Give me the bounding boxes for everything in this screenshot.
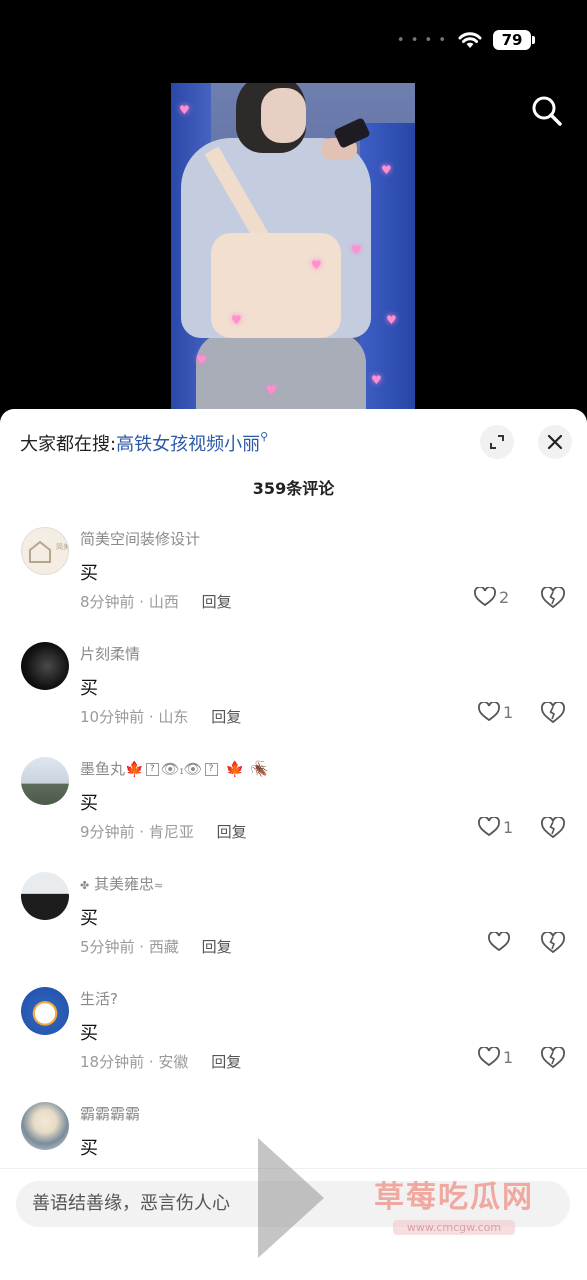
bug-icon: 🪳 xyxy=(250,760,269,778)
close-button[interactable] xyxy=(538,425,572,459)
watermark-url: www.cmcgw.com xyxy=(392,1220,516,1235)
maple-leaf-icon: 🍁 xyxy=(125,760,144,778)
comment-time-location: 10分钟前 · 山东 xyxy=(80,708,189,726)
eye-icon: 👁 xyxy=(160,760,180,778)
comment-text: 买 xyxy=(80,793,98,814)
like-count: 1 xyxy=(503,817,514,837)
like-count: 1 xyxy=(503,702,514,722)
comments-count: 359条评论 xyxy=(252,479,335,498)
comment-meta: 18分钟前 · 安徽 回复 xyxy=(80,1051,241,1072)
maple-leaf-icon: 🍁 xyxy=(225,760,245,778)
comment-text: 买 xyxy=(80,563,98,584)
like-button[interactable]: 1 xyxy=(478,1047,513,1067)
flower-icon: ✤ xyxy=(80,879,90,892)
comment-time-location: 9分钟前 · 肯尼亚 xyxy=(80,823,194,841)
comment-item: 片刻柔情 买 10分钟前 · 山东 回复 1 xyxy=(0,642,587,757)
broken-heart-icon xyxy=(541,816,565,839)
comment-time-location: 18分钟前 · 安徽 xyxy=(80,1053,189,1071)
eye-icon: 👁 xyxy=(183,760,203,778)
avatar[interactable] xyxy=(21,757,69,805)
comment-text: 买 xyxy=(80,1138,98,1159)
like-button[interactable]: 2 xyxy=(474,587,509,607)
comment-text: 买 xyxy=(80,908,98,929)
comment-author[interactable]: 片刻柔情 xyxy=(80,643,140,664)
avatar[interactable] xyxy=(21,1102,69,1150)
like-count: 1 xyxy=(503,1047,514,1067)
search-small-icon: ⚲ xyxy=(260,430,269,443)
comment-meta: 9分钟前 · 肯尼亚 回复 xyxy=(80,821,247,842)
broken-heart-icon xyxy=(541,701,565,724)
avatar[interactable] xyxy=(21,872,69,920)
video-player[interactable]: ♥ ♥ ♥ ♥ ♥ ♥ ♥ ♥ ♥ ♥ xyxy=(171,83,415,410)
comment-text: 买 xyxy=(80,1023,98,1044)
broken-heart-icon xyxy=(541,586,565,609)
comment-author[interactable]: 生活? xyxy=(80,988,118,1009)
heart-icon xyxy=(474,587,496,607)
hot-search-link[interactable]: 高铁女孩视频小丽 xyxy=(116,434,260,455)
broken-heart-icon xyxy=(541,931,565,954)
search-icon xyxy=(532,96,562,126)
comment-author[interactable]: 墨鱼丸🍁? 👁ɪ👁? 🍁 🪳 xyxy=(80,758,269,779)
dislike-button[interactable] xyxy=(541,931,565,958)
signal-dots-icon: • • • • xyxy=(396,32,447,48)
status-bar: • • • • 79 xyxy=(397,30,535,50)
comment-item: 墨鱼丸🍁? 👁ɪ👁? 🍁 🪳 买 9分钟前 · 肯尼亚 回复 1 xyxy=(0,757,587,872)
dislike-button[interactable] xyxy=(541,701,565,728)
comment-author[interactable]: ✤ 其美雍忠≈ xyxy=(80,873,163,894)
comment-item: 简美空间 简美空间装修设计 买 8分钟前 · 山西 回复 2 xyxy=(0,527,587,642)
avatar-logo-text: 简美空间 xyxy=(56,542,69,551)
heart-icon xyxy=(478,817,500,837)
wifi-icon xyxy=(458,32,482,48)
expand-button[interactable] xyxy=(480,425,514,459)
comment-item: ✤ 其美雍忠≈ 买 5分钟前 · 西藏 回复 xyxy=(0,872,587,987)
like-button[interactable] xyxy=(488,932,513,952)
heart-icon xyxy=(478,1047,500,1067)
reply-button[interactable]: 回复 xyxy=(202,593,232,611)
comment-meta: 5分钟前 · 西藏 回复 xyxy=(80,936,232,957)
watermark: 草莓吃瓜网 www.cmcgw.com xyxy=(374,1172,534,1235)
wave-icon: ≈ xyxy=(154,879,164,892)
comment-time-location: 8分钟前 · 山西 xyxy=(80,593,179,611)
broken-heart-icon xyxy=(541,1046,565,1069)
play-overlay-icon xyxy=(258,1138,324,1258)
close-icon xyxy=(547,434,563,450)
reply-button[interactable]: 回复 xyxy=(211,708,241,726)
comment-author[interactable]: 霸霸霸霸 xyxy=(80,1103,140,1124)
comment-meta: 10分钟前 · 山东 回复 xyxy=(80,706,241,727)
avatar[interactable] xyxy=(21,987,69,1035)
comment-time-location: 5分钟前 · 西藏 xyxy=(80,938,179,956)
hot-search-bar[interactable]: 大家都在搜:高铁女孩视频小丽⚲ xyxy=(20,430,268,456)
comment-text: 买 xyxy=(80,678,98,699)
reply-button[interactable]: 回复 xyxy=(202,938,232,956)
heart-icon xyxy=(478,702,500,722)
dislike-button[interactable] xyxy=(541,816,565,843)
hot-search-prefix: 大家都在搜: xyxy=(20,434,117,455)
battery-icon: 79 xyxy=(493,30,535,50)
dislike-button[interactable] xyxy=(541,1046,565,1073)
avatar[interactable] xyxy=(21,642,69,690)
comment-meta: 8分钟前 · 山西 回复 xyxy=(80,591,232,612)
like-count: 2 xyxy=(499,587,510,607)
search-button[interactable] xyxy=(529,93,565,129)
dislike-button[interactable] xyxy=(541,586,565,613)
comment-author[interactable]: 简美空间装修设计 xyxy=(80,528,200,549)
expand-icon xyxy=(490,435,504,449)
like-button[interactable]: 1 xyxy=(478,817,513,837)
reply-button[interactable]: 回复 xyxy=(211,1053,241,1071)
battery-level: 79 xyxy=(493,30,531,50)
watermark-title: 草莓吃瓜网 xyxy=(374,1180,534,1215)
avatar[interactable]: 简美空间 xyxy=(21,527,69,575)
reply-button[interactable]: 回复 xyxy=(217,823,247,841)
like-button[interactable]: 1 xyxy=(478,702,513,722)
comment-item: 生活? 买 18分钟前 · 安徽 回复 1 xyxy=(0,987,587,1102)
heart-icon xyxy=(488,932,510,952)
